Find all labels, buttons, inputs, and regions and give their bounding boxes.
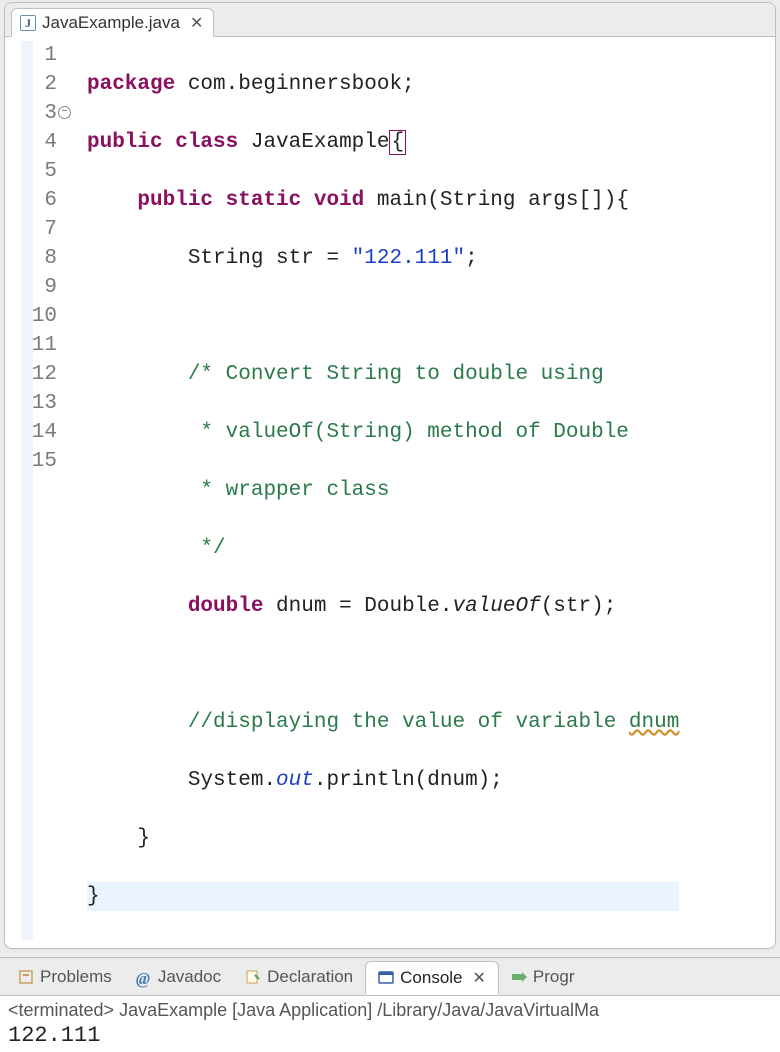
console-body: <terminated> JavaExample [Java Applicati… <box>0 996 780 1052</box>
line-number: 8 <box>21 244 57 273</box>
tab-console[interactable]: Console ✕ <box>365 961 499 995</box>
line-number: 11 <box>21 331 57 360</box>
line-number-gutter: 1 2 3− 4 5 6 7 8 9 10 11 12 13 14 15 <box>21 41 65 940</box>
marker-gutter <box>5 41 21 940</box>
line-number: 6 <box>21 186 57 215</box>
console-output: 122.111 <box>8 1023 772 1048</box>
tab-declaration[interactable]: Declaration <box>233 961 365 993</box>
line-number: 9 <box>21 273 57 302</box>
line-number: 12 <box>21 360 57 389</box>
close-icon[interactable]: ✕ <box>190 13 203 33</box>
tab-progress[interactable]: Progr <box>499 961 587 993</box>
line-number: 1 <box>21 41 57 70</box>
javadoc-icon: @ <box>136 969 152 985</box>
tab-filename: JavaExample.java <box>42 13 180 33</box>
tab-label: Declaration <box>267 967 353 987</box>
line-number: 14 <box>21 418 57 447</box>
line-number: 5 <box>21 157 57 186</box>
line-number: 15 <box>21 447 57 476</box>
editor-panel: J JavaExample.java ✕ 1 2 3− 4 5 6 7 8 9 … <box>4 2 776 949</box>
declaration-icon <box>245 969 261 985</box>
tab-label: Problems <box>40 967 112 987</box>
tab-label: Javadoc <box>158 967 221 987</box>
console-icon <box>378 970 394 986</box>
line-number: 13 <box>21 389 57 418</box>
console-status: <terminated> JavaExample [Java Applicati… <box>8 1000 772 1021</box>
line-number: 4 <box>21 128 57 157</box>
progress-icon <box>511 969 527 985</box>
code-editor[interactable]: 1 2 3− 4 5 6 7 8 9 10 11 12 13 14 15 pac… <box>5 37 775 948</box>
line-number: 7 <box>21 215 57 244</box>
java-file-icon: J <box>20 15 36 31</box>
tab-problems[interactable]: Problems <box>6 961 124 993</box>
line-number: 3− <box>21 99 57 128</box>
bottom-panel: Problems @ Javadoc Declaration Console ✕… <box>0 957 780 1052</box>
fold-collapse-icon[interactable]: − <box>58 106 71 119</box>
code-text[interactable]: package com.beginnersbook; public class … <box>65 41 679 940</box>
editor-tab[interactable]: J JavaExample.java ✕ <box>11 8 214 37</box>
view-tab-bar: Problems @ Javadoc Declaration Console ✕… <box>0 958 780 996</box>
line-number: 2 <box>21 70 57 99</box>
line-number: 10 <box>21 302 57 331</box>
tab-label: Console <box>400 968 462 988</box>
close-icon[interactable]: ✕ <box>473 968 486 988</box>
tab-javadoc[interactable]: @ Javadoc <box>124 961 233 993</box>
tab-label: Progr <box>533 967 575 987</box>
editor-tab-bar: J JavaExample.java ✕ <box>5 3 775 37</box>
problems-icon <box>18 969 34 985</box>
